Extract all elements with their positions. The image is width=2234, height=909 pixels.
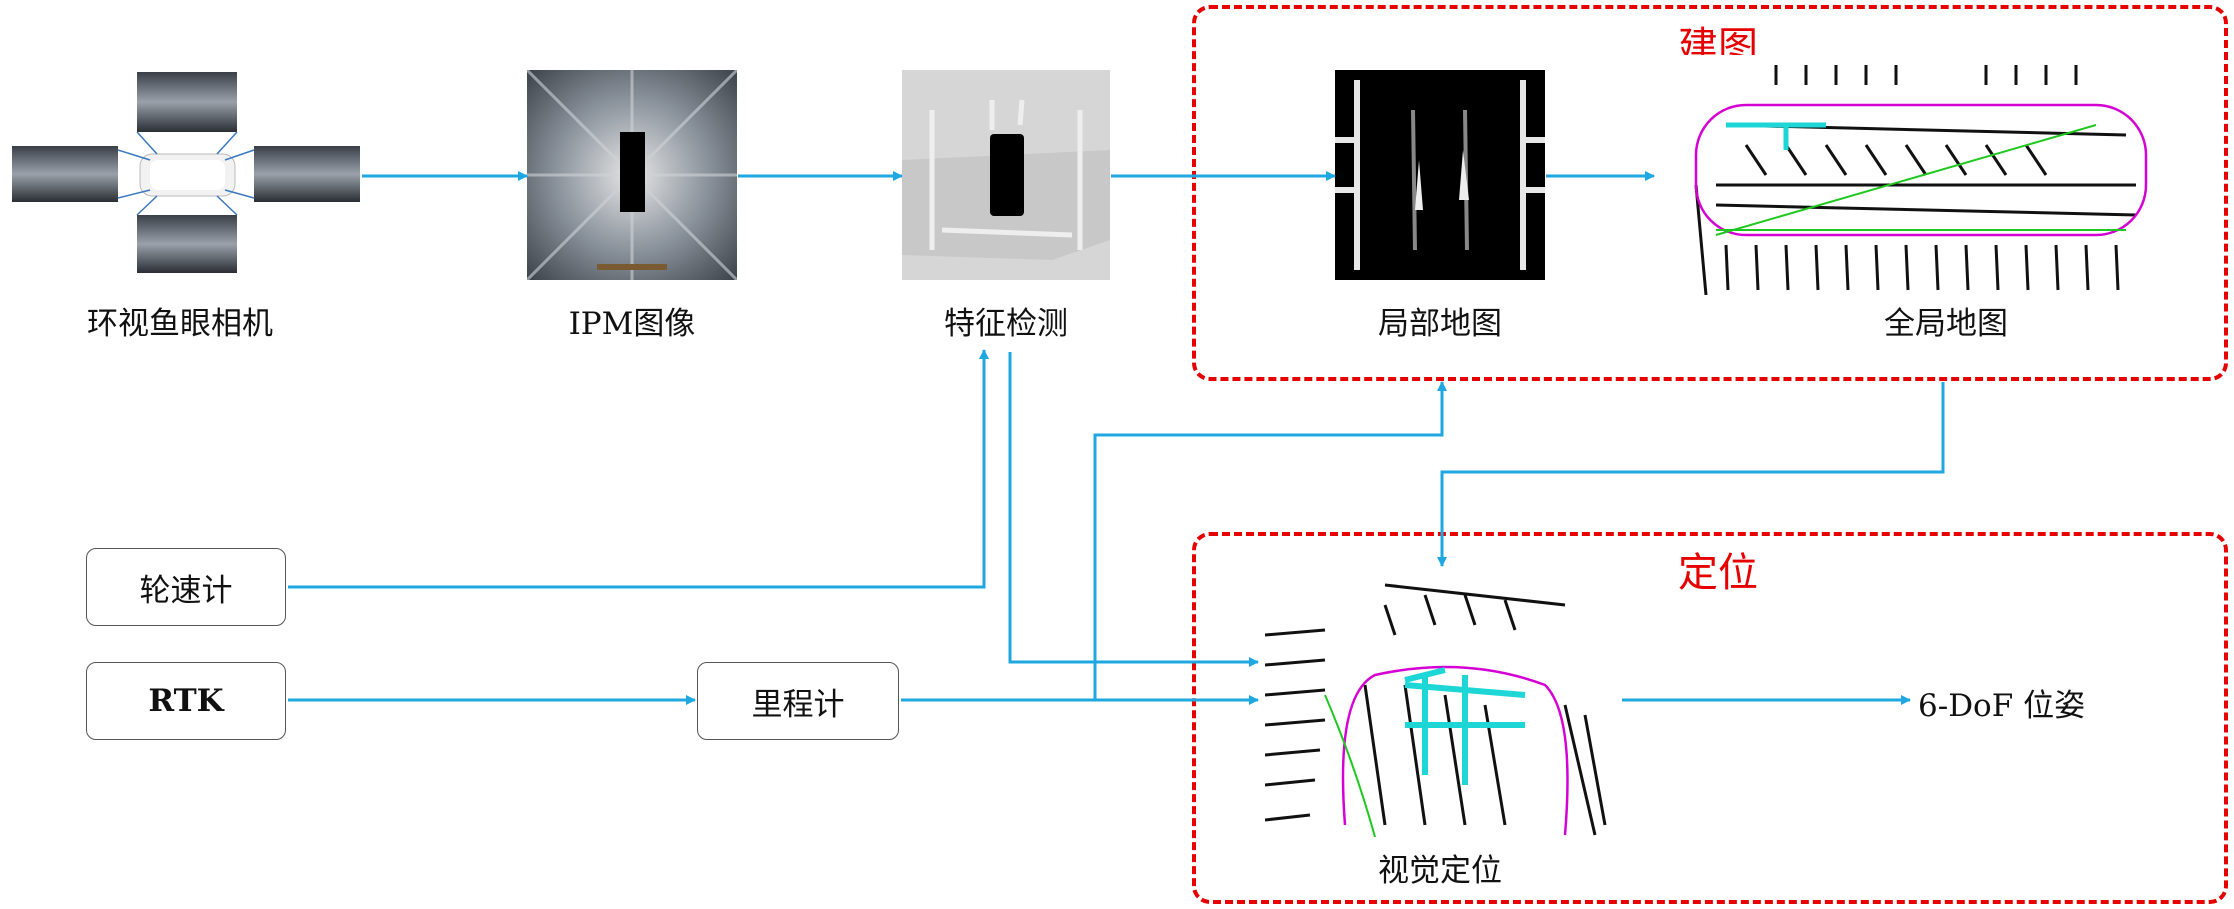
arrow-wheel-to-feature [288, 349, 989, 589]
arrow-odometer-to-localmap [1093, 381, 1447, 700]
arrow-globalmap-to-localization [1437, 382, 1945, 567]
pipeline-diagram: 建图 定位 环视鱼眼相机 IPM图像 特征检测 局部地图 全局地图 视觉定位 6… [0, 0, 2234, 909]
arrow-layer [288, 171, 1945, 705]
arrow-feature-to-localization [1008, 352, 1259, 667]
